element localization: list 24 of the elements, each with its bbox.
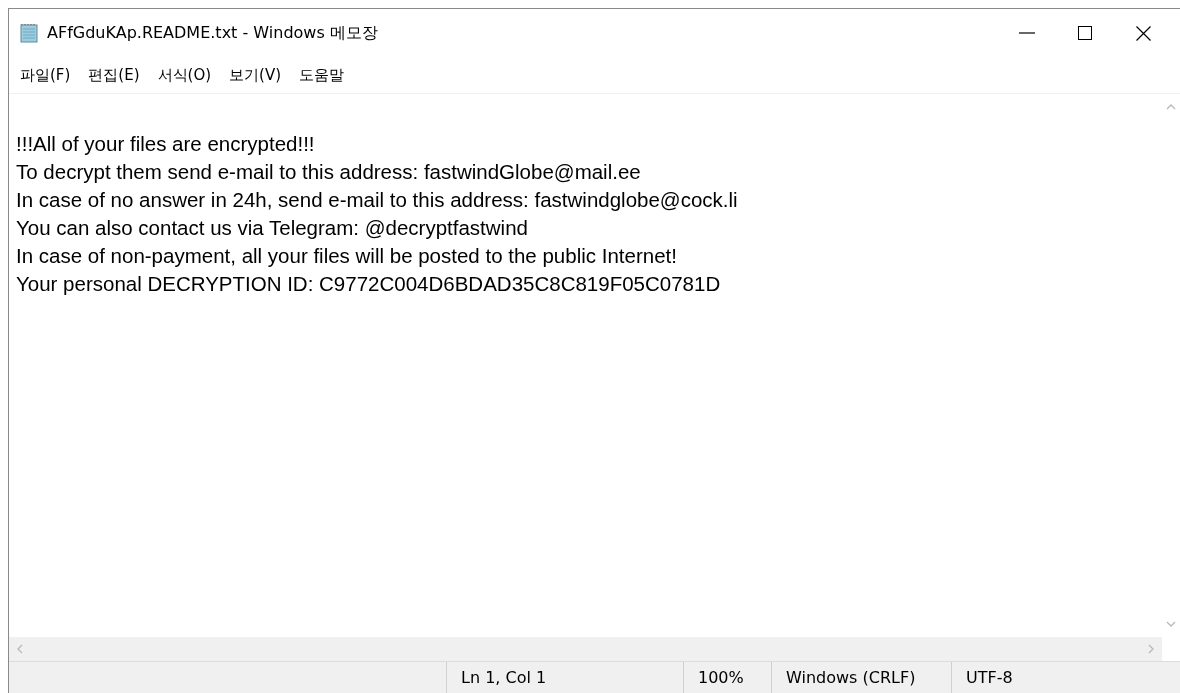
menu-item[interactable]: 보기(V) bbox=[220, 65, 290, 85]
minimize-icon bbox=[1019, 32, 1035, 34]
notepad-icon bbox=[19, 23, 39, 43]
text-line: Your personal DECRYPTION ID: C9772C004D6BDAD35C8C819F05C0781D bbox=[16, 271, 722, 297]
scroll-down-icon[interactable] bbox=[1166, 619, 1176, 629]
menu-item[interactable]: 도움말 bbox=[290, 65, 353, 85]
text-line: In case of no answer in 24h, send e-mail to this address: fastwindglobe@cock.li bbox=[16, 187, 739, 213]
status-text: UTF-8 bbox=[951, 662, 1171, 693]
menu-item[interactable]: 서식(O) bbox=[148, 65, 221, 85]
status-text: Ln 1, Col 1 bbox=[446, 662, 683, 693]
scroll-left-icon[interactable] bbox=[15, 644, 25, 654]
maximize-icon bbox=[1078, 26, 1092, 40]
text-line: In case of non-payment, all your files will be posted to the public Internet! bbox=[16, 243, 678, 269]
menu-item[interactable]: 편집(E) bbox=[79, 65, 149, 85]
status-text: Windows (CRLF) bbox=[771, 662, 951, 693]
text-line: !!!All of your files are encrypted!!! bbox=[16, 131, 316, 157]
text-line: You can also contact us via Telegram: @decryptfastwind bbox=[16, 215, 529, 241]
scroll-up-icon[interactable] bbox=[1166, 102, 1176, 112]
scroll-right-icon[interactable] bbox=[1146, 644, 1156, 654]
close-icon bbox=[1135, 25, 1151, 41]
text-line: To decrypt them send e-mail to this address: fastwindGlobe@mail.ee bbox=[16, 159, 642, 185]
status-text: 100% bbox=[683, 662, 771, 693]
window-title: AFfGduKAp.README.txt - Windows 메모장 bbox=[47, 22, 379, 44]
menu-item[interactable]: 파일(F) bbox=[11, 65, 80, 85]
